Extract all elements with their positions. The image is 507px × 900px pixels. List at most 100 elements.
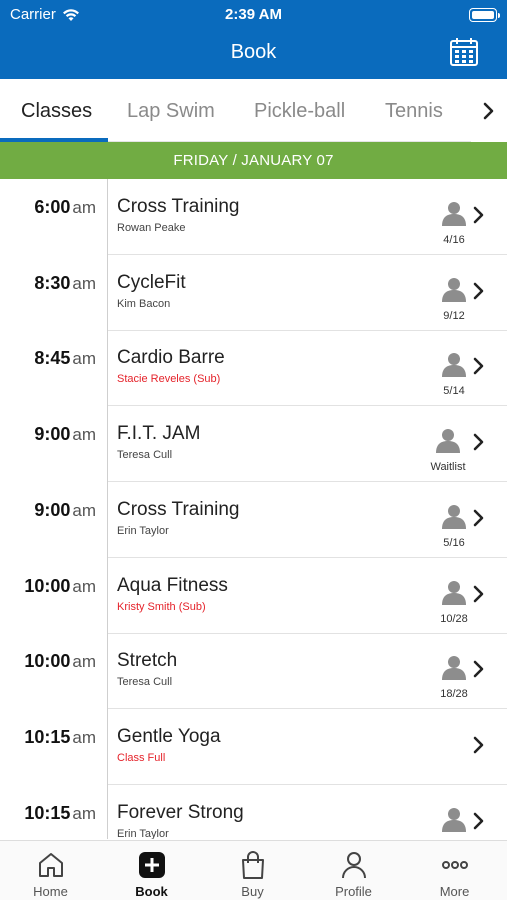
class-name: F.I.T. JAM	[117, 423, 201, 445]
nav-buy[interactable]: Buy	[202, 841, 303, 900]
class-time: 10:15 am	[24, 803, 96, 824]
person-icon	[442, 504, 466, 529]
class-name: Cardio Barre	[117, 347, 225, 369]
class-time-value: 8:45	[34, 348, 71, 369]
chevron-right-icon[interactable]	[472, 433, 486, 451]
chevron-right-icon[interactable]	[472, 812, 486, 830]
class-time-value: 9:00	[34, 499, 71, 520]
person-icon	[442, 202, 466, 226]
class-instructor: Kristy Smith (Sub)	[117, 600, 206, 613]
chevron-right-icon[interactable]	[472, 736, 486, 754]
chevron-right-icon	[483, 102, 494, 119]
class-capacity: 10/28	[440, 612, 468, 625]
class-time: 10:00 am	[24, 576, 96, 597]
class-instructor: Erin Taylor	[117, 827, 169, 839]
class-capacity: 9/12	[443, 309, 465, 322]
class-time-value: 10:15	[24, 802, 71, 823]
class-capacity: Waitlist	[430, 461, 466, 474]
nav-profile[interactable]: Profile	[303, 841, 404, 900]
home-icon	[39, 853, 63, 877]
class-instructor: Teresa Cull	[117, 676, 173, 689]
page-title: Book	[230, 41, 277, 63]
nav-book-label: Book	[135, 884, 168, 899]
class-row[interactable]: 10:00 am Aqua Fitness Kristy Smith (Sub) 10/…	[0, 558, 507, 634]
class-name: Cross Training	[117, 196, 240, 217]
class-time-value: 8:30	[34, 272, 71, 293]
class-instructor: Stacie Reveles (Sub)	[117, 373, 221, 386]
person-icon	[442, 353, 466, 378]
class-row[interactable]: 10:15 am Forever Strong Erin Taylor	[0, 785, 507, 839]
class-row[interactable]: 10:15 am Gentle Yoga Class Full	[0, 709, 507, 785]
tab-classes[interactable]: Classes	[21, 100, 92, 123]
class-time: 10:15 am	[24, 727, 96, 748]
date-banner: FRIDAY / JANUARY 07	[0, 142, 507, 179]
nav-profile-label: Profile	[335, 884, 372, 899]
plus-square-icon	[139, 852, 165, 878]
battery-icon	[469, 8, 500, 22]
class-time-ampm: am	[72, 500, 96, 520]
chevron-right-icon[interactable]	[472, 585, 486, 603]
class-time: 8:30 am	[34, 273, 96, 294]
person-icon	[442, 807, 466, 832]
class-time-value: 10:00	[24, 575, 71, 596]
chevron-right-icon[interactable]	[472, 357, 486, 375]
class-name: Aqua Fitness	[117, 574, 228, 596]
chevron-right-icon[interactable]	[472, 509, 486, 527]
class-instructor: Erin Taylor	[117, 524, 169, 537]
chevron-right-icon[interactable]	[472, 206, 486, 224]
nav-more-label: More	[439, 884, 470, 899]
class-time-ampm: am	[72, 425, 96, 445]
class-row[interactable]: 8:30 am CycleFit Kim Bacon 9/12	[0, 255, 507, 331]
nav-home[interactable]: Home	[0, 841, 101, 900]
class-name: Cross Training	[117, 498, 240, 520]
class-row[interactable]: 6:00 am Cross Training Rowan Peake 4/16	[0, 179, 507, 255]
class-capacity: 18/28	[440, 688, 468, 701]
class-name: Gentle Yoga	[117, 725, 221, 747]
class-instructor: Teresa Cull	[117, 449, 173, 462]
class-time-ampm: am	[72, 198, 96, 217]
class-capacity: 4/16	[443, 234, 465, 246]
class-time-value: 9:00	[34, 424, 71, 445]
tabs-scroll-right-button[interactable]	[471, 79, 507, 142]
person-icon	[442, 656, 466, 681]
class-time-ampm: am	[72, 576, 96, 596]
nav-home-label: Home	[33, 884, 68, 899]
class-time-value: 6:00	[34, 197, 71, 217]
class-time: 9:00 am	[34, 424, 96, 445]
status-bar: Carrier 2:39 AM	[0, 4, 507, 24]
ellipsis-icon	[442, 861, 468, 869]
class-instructor: Kim Bacon	[117, 297, 171, 310]
class-time-ampm: am	[72, 349, 96, 369]
class-capacity: 5/16	[443, 536, 465, 549]
class-instructor: Rowan Peake	[117, 222, 186, 234]
tab-lap-swim[interactable]: Lap Swim	[127, 100, 215, 123]
tab-pickle-ball[interactable]: Pickle-ball	[254, 100, 345, 123]
calendar-icon[interactable]	[449, 37, 479, 67]
class-row[interactable]: 9:00 am Cross Training Erin Taylor 5/16	[0, 482, 507, 558]
chevron-right-icon[interactable]	[472, 660, 486, 678]
class-time-ampm: am	[72, 652, 96, 672]
class-time: 8:45 am	[34, 348, 96, 369]
category-tabs: Classes Lap Swim Pickle-ball Tennis	[0, 79, 507, 142]
person-icon	[442, 277, 466, 302]
nav-buy-label: Buy	[241, 884, 264, 899]
class-time: 6:00 am	[34, 197, 96, 218]
class-row[interactable]: 10:00 am Stretch Teresa Cull 18/28	[0, 633, 507, 710]
person-icon	[436, 429, 460, 454]
nav-book[interactable]: Book	[101, 841, 202, 900]
class-name: Stretch	[117, 650, 178, 672]
bottom-tab-bar: Home Book Buy Profile More	[0, 840, 507, 900]
class-row[interactable]: 9:00 am F.I.T. JAM Teresa Cull Waitlist	[0, 406, 507, 483]
chevron-right-icon[interactable]	[472, 282, 486, 300]
top-bar: Carrier 2:39 AM Book	[0, 0, 507, 79]
class-list: 6:00 am Cross Training Rowan Peake 4/16 8:30 a…	[0, 179, 507, 839]
tab-tennis[interactable]: Tennis	[385, 100, 443, 123]
class-name: CycleFit	[117, 271, 186, 293]
nav-more[interactable]: More	[404, 841, 505, 900]
status-time: 2:39 AM	[225, 6, 282, 23]
class-row[interactable]: 8:45 am Cardio Barre Stacie Reveles (Sub) 5/…	[0, 330, 507, 407]
class-instructor: Class Full	[117, 751, 166, 764]
class-time-ampm: am	[72, 727, 96, 747]
class-time-value: 10:00	[24, 651, 71, 672]
class-name: Forever Strong	[117, 801, 244, 823]
